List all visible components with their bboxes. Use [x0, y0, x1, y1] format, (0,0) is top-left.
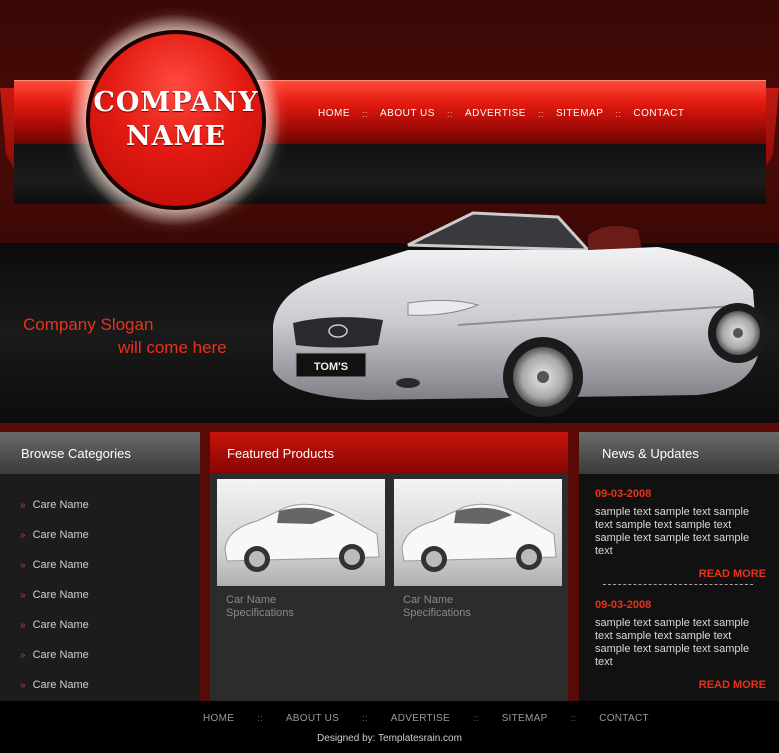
footer-nav-about-us[interactable]: ABOUT US: [275, 713, 350, 724]
nav-contact[interactable]: CONTACT: [621, 108, 696, 119]
double-chevron-icon: »: [20, 649, 26, 661]
product-card[interactable]: Car Name Specifications: [394, 479, 562, 620]
product-name: Car Name: [403, 594, 454, 606]
product-spec: Specifications: [226, 607, 294, 619]
category-label: Care Name: [32, 499, 89, 511]
product-spec: Specifications: [403, 607, 471, 619]
category-label: Care Name: [32, 679, 89, 691]
footer-credit: Designed by: Templatesrain.com: [317, 733, 462, 744]
car-thumbnail-icon: [401, 503, 557, 572]
category-item[interactable]: » Care Name: [0, 490, 200, 520]
double-chevron-icon: »: [20, 679, 26, 691]
category-label: Care Name: [32, 559, 89, 571]
featured-products-panel: Featured Products Car Name Specification…: [210, 432, 568, 701]
news-divider: [603, 584, 753, 585]
news-text: sample text sample text sample text samp…: [595, 506, 750, 557]
top-nav: HOME :: ABOUT US :: ADVERTISE :: SITEMAP…: [306, 108, 697, 119]
double-chevron-icon: »: [20, 499, 26, 511]
category-item[interactable]: » Care Name: [0, 610, 200, 640]
product-name: Car Name: [226, 594, 277, 606]
category-item[interactable]: » Care Name: [0, 640, 200, 670]
category-label: Care Name: [32, 529, 89, 541]
featured-products-title: Featured Products: [210, 432, 568, 474]
category-item[interactable]: » Care Name: [0, 670, 200, 700]
nav-separator: ::: [570, 713, 577, 723]
logo-line2: NAME: [125, 121, 227, 152]
news-text: sample text sample text sample text samp…: [595, 617, 750, 668]
footer-nav-contact[interactable]: CONTACT: [588, 713, 660, 724]
news-title: News & Updates: [579, 432, 779, 474]
plate-text: TOM'S: [314, 361, 348, 373]
nav-separator: ::: [257, 713, 263, 723]
footer-nav: HOME :: ABOUT US :: ADVERTISE :: SITEMAP…: [192, 713, 660, 724]
nav-home[interactable]: HOME: [306, 108, 362, 119]
car-thumbnail-icon: [224, 503, 380, 572]
nav-advertise[interactable]: ADVERTISE: [453, 108, 538, 119]
product-image[interactable]: [217, 479, 385, 586]
double-chevron-icon: »: [20, 619, 26, 631]
product-card[interactable]: Car Name Specifications: [217, 479, 385, 620]
product-image[interactable]: [394, 479, 562, 586]
nav-sitemap[interactable]: SITEMAP: [544, 108, 615, 119]
category-label: Care Name: [32, 619, 89, 631]
category-item[interactable]: » Care Name: [0, 580, 200, 610]
news-panel: News & Updates 09-03-2008 sample text sa…: [579, 432, 779, 701]
slogan-line1: Company Slogan: [23, 315, 154, 334]
news-date: 09-03-2008: [595, 488, 652, 500]
news-date: 09-03-2008: [595, 599, 652, 611]
category-list: » Care Name » Care Name » Care Name » Care N…: [0, 474, 200, 700]
product-grid: Car Name Specifications Car Name Specifi…: [210, 474, 568, 620]
browse-categories-title: Browse Categories: [0, 432, 200, 474]
category-item[interactable]: » Care Name: [0, 550, 200, 580]
read-more-link[interactable]: READ MORE: [595, 568, 769, 580]
nav-separator: ::: [472, 713, 479, 723]
category-label: Care Name: [32, 589, 89, 601]
category-item[interactable]: » Care Name: [0, 520, 200, 550]
news-list: 09-03-2008 sample text sample text sampl…: [579, 474, 769, 691]
read-more-link[interactable]: READ MORE: [595, 679, 769, 691]
nav-about-us[interactable]: ABOUT US: [368, 108, 447, 119]
footer-nav-sitemap[interactable]: SITEMAP: [491, 713, 559, 724]
footer-nav-home[interactable]: HOME: [192, 713, 245, 724]
double-chevron-icon: »: [20, 559, 26, 571]
double-chevron-icon: »: [20, 529, 26, 541]
footer-nav-advertise[interactable]: ADVERTISE: [380, 713, 461, 724]
browse-categories-panel: Browse Categories » Care Name » Care Name …: [0, 432, 200, 701]
nav-separator: ::: [362, 713, 368, 723]
double-chevron-icon: »: [20, 589, 26, 601]
footer: [0, 701, 779, 753]
company-logo[interactable]: COMPANY NAME: [86, 30, 266, 210]
hero-car-image: TOM'S: [273, 211, 768, 417]
logo-line1: COMPANY: [93, 87, 259, 118]
category-label: Care Name: [32, 649, 89, 661]
slogan-line2: will come here: [118, 338, 227, 357]
